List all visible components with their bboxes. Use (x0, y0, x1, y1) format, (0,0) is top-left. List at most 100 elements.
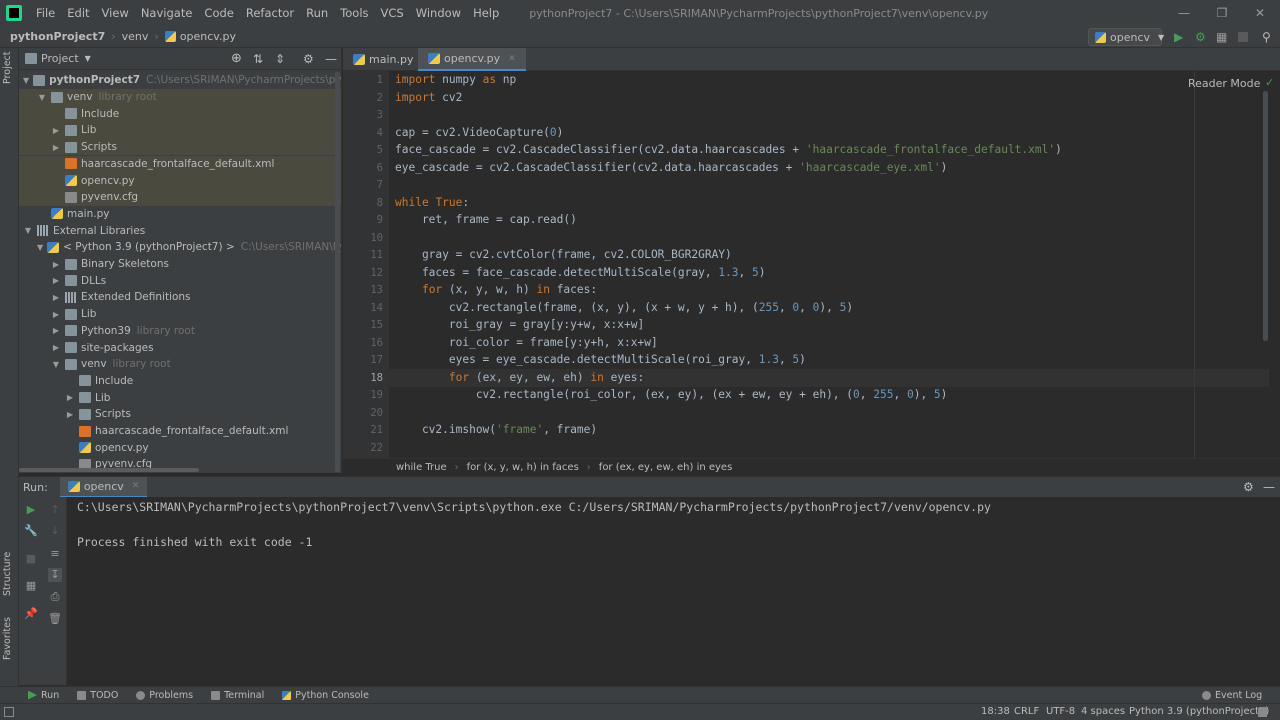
breadcrumb-project[interactable]: pythonProject7 (10, 30, 105, 43)
stop-icon[interactable]: ■ (24, 552, 38, 566)
soft-wrap-icon[interactable]: ≡ (48, 547, 62, 561)
caret-position[interactable]: 18:38 (981, 706, 1010, 717)
tree-item-scripts[interactable]: ▶ Scripts (19, 138, 341, 156)
structure-tool-tab[interactable]: Structure (2, 552, 13, 596)
tree-item-opencv-py[interactable]: opencv.py (19, 172, 341, 189)
favorites-tool-tab[interactable]: Favorites (2, 617, 13, 660)
menu-navigate[interactable]: Navigate (135, 0, 199, 26)
breadcrumb-venv[interactable]: venv (122, 30, 149, 43)
tree-item-pyvenv-cfg[interactable]: pyvenv.cfg (19, 188, 341, 206)
close-icon[interactable]: ✕ (1240, 0, 1280, 26)
collapsed-arrow-icon[interactable]: ▶ (51, 143, 61, 152)
tree-item-binary-skeletons[interactable]: ▶ Binary Skeletons (19, 256, 341, 273)
lock-icon[interactable] (1258, 707, 1267, 717)
tree-item-site-packages[interactable]: ▶ site-packages (19, 339, 341, 356)
collapsed-arrow-icon[interactable]: ▶ (51, 260, 61, 269)
indent-setting[interactable]: 4 spaces (1081, 706, 1125, 717)
expanded-arrow-icon[interactable]: ▼ (37, 93, 47, 102)
toggle-tool-windows-icon[interactable] (4, 707, 14, 717)
tab-opencv-py[interactable]: opencv.py ✕ (418, 48, 526, 71)
tree-item-ext-venv[interactable]: ▼ venv library root (19, 356, 341, 373)
horizontal-scrollbar[interactable] (19, 468, 199, 472)
project-tool-tab[interactable]: Project (2, 51, 13, 84)
collapsed-arrow-icon[interactable]: ▶ (51, 326, 61, 335)
tool-tab-event-log[interactable]: Event Log (1202, 690, 1262, 701)
menu-window[interactable]: Window (410, 0, 467, 26)
debug-icon[interactable]: ⚙ (1195, 30, 1209, 44)
file-encoding[interactable]: UTF-8 (1046, 706, 1075, 717)
line-separator[interactable]: CRLF (1014, 706, 1039, 717)
hide-panel-icon[interactable]: — (1263, 480, 1275, 494)
gear-icon[interactable]: ⚙ (1243, 480, 1254, 494)
tree-item-python-sdk[interactable]: ▼ < Python 3.9 (pythonProject7) > C:\Use… (19, 239, 341, 256)
collapsed-arrow-icon[interactable]: ▶ (51, 276, 61, 285)
tool-tab-python-console[interactable]: Python Console (282, 690, 369, 701)
breadcrumb-for-faces[interactable]: for (x, y, w, h) in faces (467, 462, 579, 473)
layout-icon[interactable]: ▦ (24, 579, 38, 593)
breadcrumb-for-eyes[interactable]: for (ex, ey, ew, eh) in eyes (599, 462, 733, 473)
expanded-arrow-icon[interactable]: ▼ (51, 360, 61, 369)
maximize-icon[interactable]: ❐ (1202, 0, 1242, 26)
tab-main-py[interactable]: main.py (343, 48, 423, 71)
close-tab-icon[interactable]: ✕ (508, 54, 516, 64)
search-icon[interactable]: ⚲ (1262, 30, 1276, 44)
tree-item-python39[interactable]: ▶ Python39 library root (19, 323, 341, 340)
project-panel-title[interactable]: Project (41, 52, 79, 65)
menu-view[interactable]: View (96, 0, 135, 26)
hide-panel-icon[interactable]: — (325, 52, 337, 66)
run-config-select[interactable]: opencv ▼ (1088, 28, 1164, 46)
scroll-to-end-icon[interactable]: ↧ (48, 568, 62, 582)
menu-file[interactable]: File (30, 0, 61, 26)
code-editor[interactable]: import numpy as np import cv2 cap = cv2.… (389, 71, 1269, 458)
tree-item-external-libraries[interactable]: ▼ External Libraries (19, 222, 341, 239)
collapse-all-icon[interactable]: ⇕ (275, 52, 285, 66)
tree-item-dlls[interactable]: ▶ DLLs (19, 272, 341, 289)
breadcrumb-while[interactable]: while True (396, 462, 447, 473)
vertical-scrollbar[interactable] (335, 72, 340, 472)
menu-run[interactable]: Run (300, 0, 334, 26)
gear-icon[interactable]: ⚙ (303, 52, 314, 66)
menu-tools[interactable]: Tools (334, 0, 374, 26)
expanded-arrow-icon[interactable]: ▼ (23, 226, 33, 235)
tree-item-ext-opencv-py[interactable]: opencv.py (19, 439, 341, 456)
tree-item-xml[interactable]: haarcascade_frontalface_default.xml (19, 155, 341, 173)
editor-scrollbar[interactable] (1263, 91, 1268, 341)
chevron-down-icon[interactable]: ▼ (85, 54, 91, 63)
breadcrumb-file[interactable]: opencv.py (180, 30, 236, 43)
tool-tab-problems[interactable]: Problems (136, 690, 193, 701)
wrench-icon[interactable]: 🔧 (24, 524, 38, 538)
expand-all-icon[interactable]: ⇅ (253, 52, 263, 66)
menu-code[interactable]: Code (198, 0, 239, 26)
run-tab-opencv[interactable]: opencv ✕ (59, 476, 148, 498)
tool-tab-todo[interactable]: TODO (77, 690, 118, 701)
run-console[interactable]: C:\Users\SRIMAN\PycharmProjects\pythonPr… (67, 497, 1280, 685)
stop-icon[interactable] (1238, 32, 1248, 42)
expanded-arrow-icon[interactable]: ▼ (37, 243, 43, 252)
python-interpreter[interactable]: Python 3.9 (pythonProject7) (1129, 706, 1269, 717)
trash-icon[interactable]: 🗑 (48, 612, 62, 626)
locate-icon[interactable]: ⊕ (231, 51, 242, 66)
pin-icon[interactable]: 📌 (24, 607, 38, 621)
minimize-icon[interactable]: — (1164, 0, 1204, 26)
collapsed-arrow-icon[interactable]: ▶ (51, 126, 61, 135)
tool-tab-run[interactable]: Run (28, 690, 59, 701)
collapsed-arrow-icon[interactable]: ▶ (51, 310, 61, 319)
reader-mode-toggle[interactable]: Reader Mode (1188, 77, 1260, 90)
tree-item-ext-scripts[interactable]: ▶ Scripts (19, 406, 341, 423)
run-icon[interactable]: ▶ (1174, 30, 1188, 44)
scroll-up-icon[interactable]: ↑ (48, 503, 62, 517)
print-icon[interactable]: ⎙ (48, 590, 62, 604)
menu-refactor[interactable]: Refactor (240, 0, 300, 26)
tree-item-include[interactable]: Include (19, 105, 341, 123)
tree-item-project-root[interactable]: ▼ pythonProject7 C:\Users\SRIMAN\Pycharm… (19, 72, 341, 89)
tree-item-main-py[interactable]: main.py (19, 206, 341, 223)
collapsed-arrow-icon[interactable]: ▶ (65, 393, 75, 402)
tree-item-venv[interactable]: ▼ venv library root (19, 88, 341, 106)
rerun-icon[interactable]: ▶ (24, 503, 38, 517)
tool-tab-terminal[interactable]: Terminal (211, 690, 264, 701)
menu-vcs[interactable]: VCS (375, 0, 410, 26)
tree-item-ext-lib[interactable]: ▶ Lib (19, 306, 341, 323)
collapsed-arrow-icon[interactable]: ▶ (51, 293, 61, 302)
collapsed-arrow-icon[interactable]: ▶ (51, 343, 61, 352)
menu-help[interactable]: Help (467, 0, 505, 26)
